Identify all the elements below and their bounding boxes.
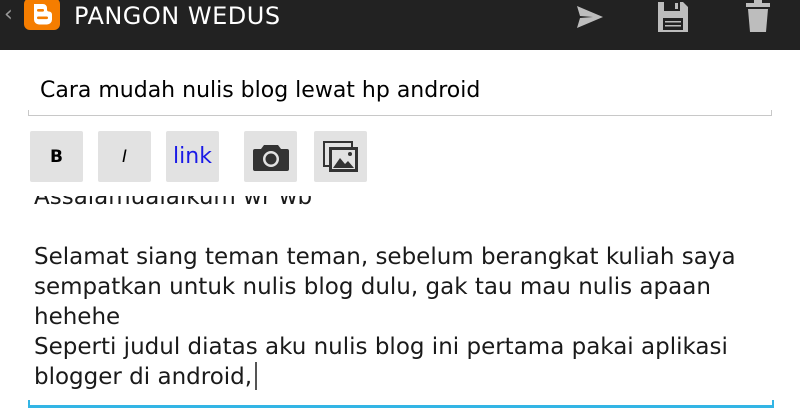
trash-icon[interactable]	[738, 0, 778, 34]
bold-label: B	[50, 146, 63, 167]
blogger-logo-icon[interactable]	[22, 0, 62, 32]
body-paragraph-1: Selamat siang teman teman, sebelum beran…	[34, 244, 743, 330]
gallery-button[interactable]	[314, 131, 367, 182]
link-label: link	[173, 144, 212, 169]
body-paragraph-2: Seperti judul diatas aku nulis blog ini …	[34, 332, 770, 392]
post-body-editor[interactable]: Assalamualaikum wr wb Selamat siang teman…	[28, 196, 774, 406]
italic-label: I	[121, 146, 127, 167]
body-paragraph-2-text: Seperti judul diatas aku nulis blog ini …	[34, 334, 736, 390]
camera-icon	[252, 144, 289, 171]
post-title-input[interactable]	[28, 66, 772, 114]
action-bar: ‹ PANGON WEDUS	[0, 0, 800, 50]
post-title-field	[28, 66, 772, 116]
body-partial-line: Assalamualaikum wr wb	[34, 196, 313, 210]
italic-button[interactable]: I	[98, 131, 151, 182]
title-underline	[28, 110, 772, 116]
format-toolbar: B I link	[30, 131, 390, 182]
send-icon[interactable]	[570, 0, 610, 34]
post-body-text: Assalamualaikum wr wb Selamat siang teman…	[34, 196, 770, 392]
image-gallery-icon	[322, 140, 358, 172]
save-icon[interactable]	[653, 0, 693, 34]
bold-button[interactable]: B	[30, 131, 83, 182]
text-cursor	[255, 362, 258, 390]
body-focus-underline	[28, 400, 774, 408]
app-title: PANGON WEDUS	[74, 2, 281, 30]
link-button[interactable]: link	[166, 131, 219, 182]
back-chevron-icon[interactable]: ‹	[4, 4, 13, 26]
body-blank-line	[34, 212, 770, 242]
camera-button[interactable]	[244, 131, 297, 182]
